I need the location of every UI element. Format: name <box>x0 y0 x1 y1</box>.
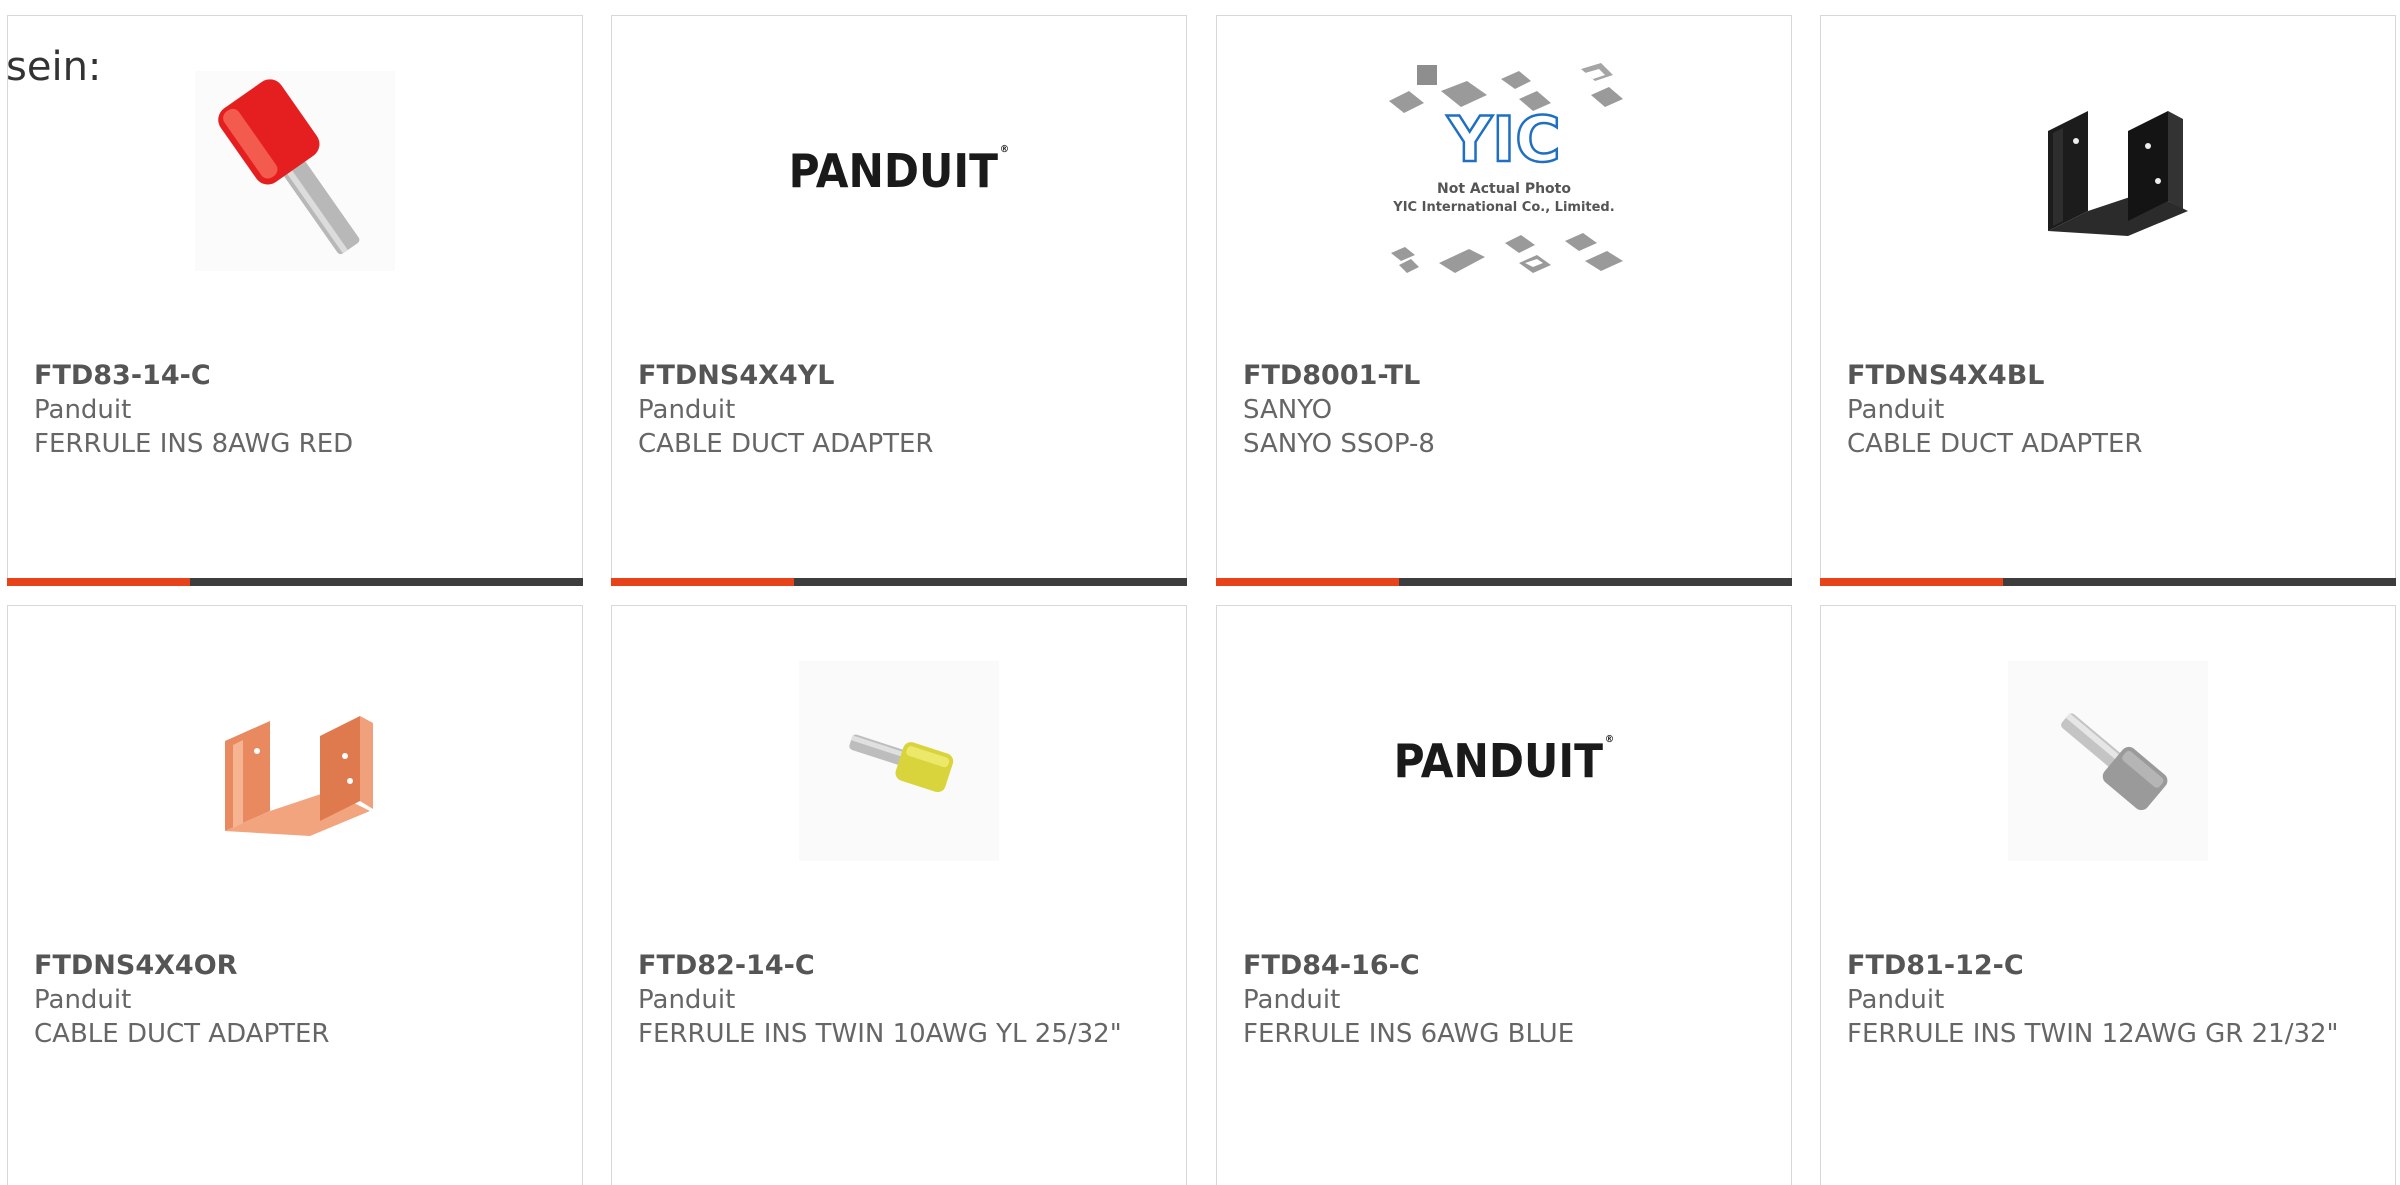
product-card[interactable]: FTDNS4X4OR Panduit CABLE DUCT ADAPTER <box>7 605 583 1185</box>
card-bar-accent <box>611 578 794 586</box>
card-bar <box>7 578 583 586</box>
gray-twin-ferrule-icon <box>2008 661 2208 861</box>
product-card[interactable]: FTD81-12-C Panduit FERRULE INS TWIN 12AW… <box>1820 605 2396 1185</box>
product-card[interactable]: PANDUIT ® FTD84-16-C Panduit FERRULE INS … <box>1216 605 1792 1185</box>
part-number[interactable]: FTD81-12-C <box>1847 949 2375 983</box>
part-number[interactable]: FTD8001-TL <box>1243 359 1771 393</box>
part-number[interactable]: FTD83-14-C <box>34 359 562 393</box>
manufacturer: Panduit <box>638 985 736 1015</box>
description: FERRULE INS TWIN 12AWG GR 21/32" <box>1847 1019 2339 1049</box>
manufacturer: Panduit <box>34 985 132 1015</box>
orange-duct-adapter-icon <box>225 716 373 836</box>
yellow-twin-ferrule-icon <box>799 661 999 861</box>
product-card[interactable]: FTD82-14-C Panduit FERRULE INS TWIN 10AW… <box>611 605 1187 1185</box>
yic-placeholder-image: YIC Not Actual Photo YIC International C… <box>1389 63 1623 273</box>
part-number[interactable]: FTDNS4X4BL <box>1847 359 2375 393</box>
part-number[interactable]: FTD82-14-C <box>638 949 1166 983</box>
description: SANYO SSOP-8 <box>1243 429 1435 459</box>
product-image[interactable]: YIC Not Actual Photo YIC International C… <box>1217 56 1791 286</box>
card-bar <box>1216 578 1792 586</box>
product-grid: FTD83-14-C Panduit FERRULE INS 8AWG RED … <box>0 0 2400 1185</box>
manufacturer: Panduit <box>34 395 132 425</box>
card-bar-accent <box>1216 578 1399 586</box>
red-ferrule-icon <box>195 71 395 271</box>
product-image[interactable] <box>8 56 582 286</box>
description: CABLE DUCT ADAPTER <box>34 1019 330 1049</box>
part-number[interactable]: FTDNS4X4YL <box>638 359 1166 393</box>
product-image[interactable] <box>1821 56 2395 286</box>
placeholder-line2: YIC International Co., Limited. <box>1392 200 1614 215</box>
product-image[interactable] <box>612 646 1186 876</box>
manufacturer: SANYO <box>1243 395 1333 425</box>
manufacturer: Panduit <box>1243 985 1341 1015</box>
description: FERRULE INS 6AWG BLUE <box>1243 1019 1575 1049</box>
product-image[interactable]: PANDUIT ® <box>612 56 1186 286</box>
description: CABLE DUCT ADAPTER <box>1847 429 2143 459</box>
part-number[interactable]: FTDNS4X4OR <box>34 949 562 983</box>
registered-mark: ® <box>1605 734 1615 745</box>
manufacturer: Panduit <box>1847 985 1945 1015</box>
description: FERRULE INS TWIN 10AWG YL 25/32" <box>638 1019 1122 1049</box>
manufacturer: Panduit <box>638 395 736 425</box>
product-card[interactable]: PANDUIT ® FTDNS4X4YL Panduit CABLE DUCT A… <box>611 15 1187 586</box>
product-card[interactable]: FTD83-14-C Panduit FERRULE INS 8AWG RED <box>7 15 583 586</box>
registered-mark: ® <box>1000 144 1010 155</box>
product-card[interactable]: FTDNS4X4BL Panduit CABLE DUCT ADAPTER <box>1820 15 2396 586</box>
description: FERRULE INS 8AWG RED <box>34 429 354 459</box>
black-duct-adapter-icon <box>2048 111 2188 236</box>
part-number[interactable]: FTD84-16-C <box>1243 949 1771 983</box>
panduit-logo: PANDUIT ® <box>788 144 1010 198</box>
product-image[interactable]: PANDUIT ® <box>1217 646 1791 876</box>
card-bar-accent <box>1820 578 2003 586</box>
product-card[interactable]: YIC Not Actual Photo YIC International C… <box>1216 15 1792 586</box>
panduit-logo: PANDUIT ® <box>1393 734 1615 788</box>
card-bar <box>611 578 1187 586</box>
yic-brand-text: YIC <box>1446 103 1560 176</box>
card-bar-accent <box>7 578 190 586</box>
product-image[interactable] <box>8 646 582 876</box>
product-image[interactable] <box>1821 646 2395 876</box>
lead-in-text: sein: <box>6 44 102 90</box>
placeholder-line1: Not Actual Photo <box>1437 181 1571 197</box>
manufacturer: Panduit <box>1847 395 1945 425</box>
card-bar <box>1820 578 2396 586</box>
description: CABLE DUCT ADAPTER <box>638 429 934 459</box>
